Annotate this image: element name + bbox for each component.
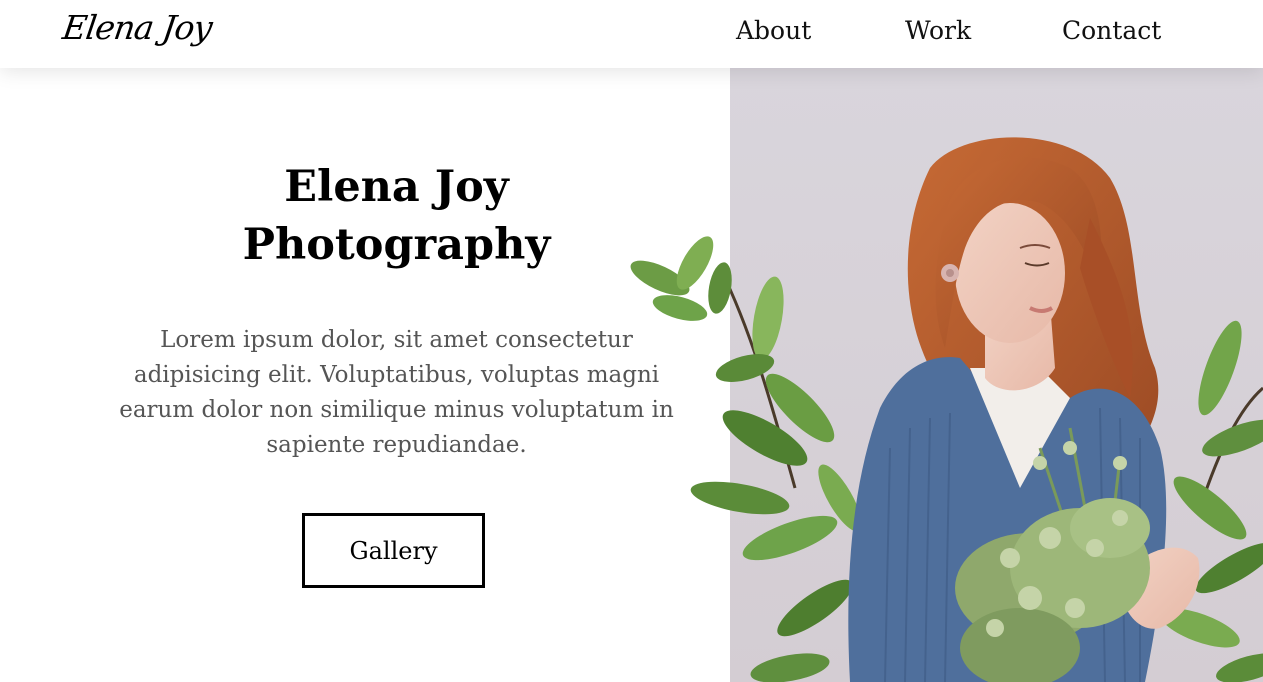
nav-work-link[interactable]: Work bbox=[905, 16, 971, 45]
navbar: Elena Joy About Work Contact bbox=[0, 0, 1263, 68]
logo[interactable]: Elena Joy bbox=[60, 8, 214, 47]
woman-with-bouquet-photo bbox=[630, 68, 1263, 682]
hero-photo bbox=[600, 68, 1263, 682]
hero-title-line2: Photography bbox=[242, 220, 551, 270]
gallery-button[interactable]: Gallery bbox=[302, 513, 485, 588]
hero-description: Lorem ipsum dolor, sit amet consectetur … bbox=[119, 327, 674, 458]
nav-about-link[interactable]: About bbox=[736, 16, 811, 45]
page: Elena Joy About Work Contact Elena Joy P… bbox=[0, 0, 1263, 682]
nav-contact-link[interactable]: Contact bbox=[1062, 16, 1161, 45]
hero-title-line1: Elena Joy bbox=[284, 162, 509, 212]
